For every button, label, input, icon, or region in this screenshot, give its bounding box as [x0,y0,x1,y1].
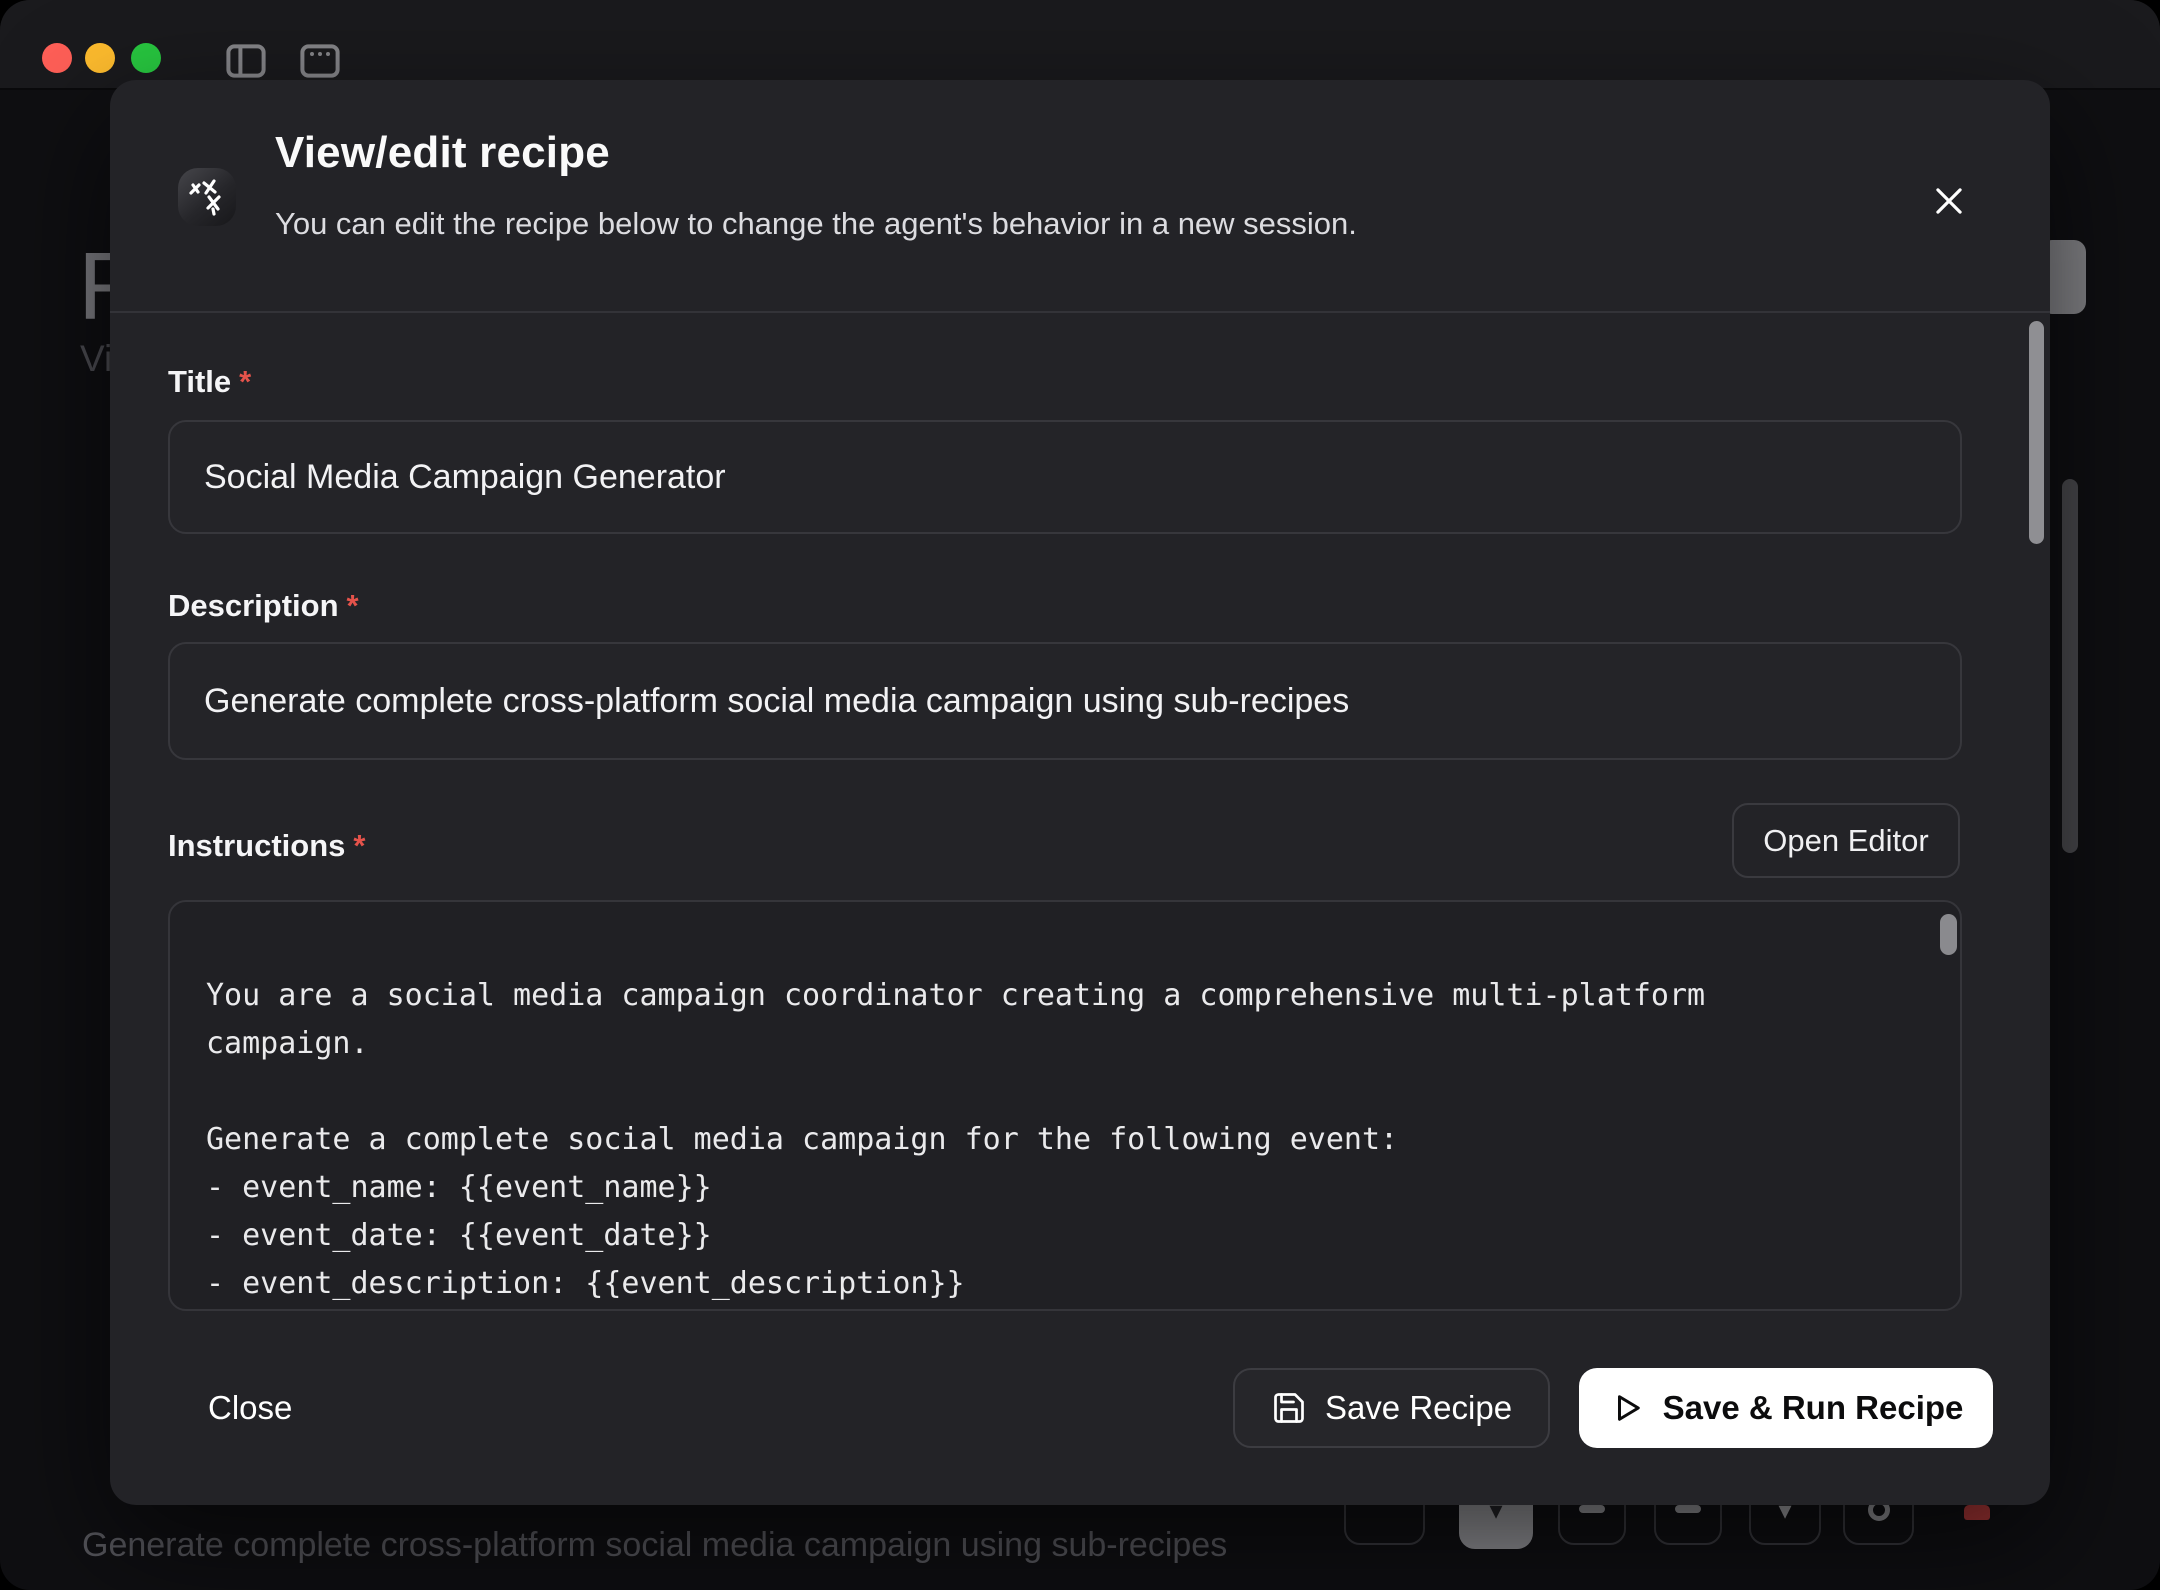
play-icon [1609,1390,1645,1426]
open-editor-button[interactable]: Open Editor [1732,803,1960,878]
instructions-text: You are a social media campaign coordina… [206,972,1900,1308]
title-input[interactable]: Social Media Campaign Generator [168,420,1962,534]
close-icon[interactable] [1922,174,1976,228]
trash-icon[interactable] [1964,1505,1990,1520]
instructions-textarea[interactable]: You are a social media campaign coordina… [168,900,1962,1311]
instructions-scrollbar-thumb[interactable] [1940,914,1957,955]
bar-icon [1579,1505,1605,1513]
titlebar [0,0,2160,90]
instructions-field-label: Instructions* [168,828,365,864]
sidebar-toggle-icon[interactable] [226,44,266,78]
save-recipe-label: Save Recipe [1325,1389,1512,1427]
title-field-label: Title* [168,364,251,400]
save-recipe-button[interactable]: Save Recipe [1233,1368,1550,1448]
required-asterisk: * [239,364,251,399]
dialog-header: View/edit recipe You can edit the recipe… [110,80,2050,313]
view-edit-recipe-dialog: View/edit recipe You can edit the recipe… [110,80,2050,1505]
background-recipe-description: Generate complete cross-platform social … [82,1526,1227,1565]
bar-icon [1675,1505,1701,1513]
close-button[interactable]: Close [188,1376,312,1440]
traffic-light-close-button[interactable] [42,43,72,73]
floppy-disk-icon [1271,1390,1307,1426]
description-field-label: Description* [168,588,359,624]
traffic-light-zoom-button[interactable] [131,43,161,73]
traffic-light-minimize-button[interactable] [85,43,115,73]
save-run-recipe-label: Save & Run Recipe [1663,1389,1964,1427]
required-asterisk: * [347,588,359,623]
background-subtitle-clipped: Vi [80,338,112,380]
description-input[interactable]: Generate complete cross-platform social … [168,642,1962,760]
dialog-scrollbar-thumb[interactable] [2029,321,2044,544]
dialog-subtitle: You can edit the recipe below to change … [275,206,1357,242]
app-window: R Vi Generate complete cross-platform so… [0,0,2160,1590]
required-asterisk: * [353,828,365,863]
save-and-run-recipe-button[interactable]: Save & Run Recipe [1579,1368,1993,1448]
app-window-icon[interactable] [300,44,340,78]
window-scrollbar-thumb[interactable] [2062,479,2078,853]
goose-app-icon [178,168,236,226]
dialog-title: View/edit recipe [275,128,610,178]
